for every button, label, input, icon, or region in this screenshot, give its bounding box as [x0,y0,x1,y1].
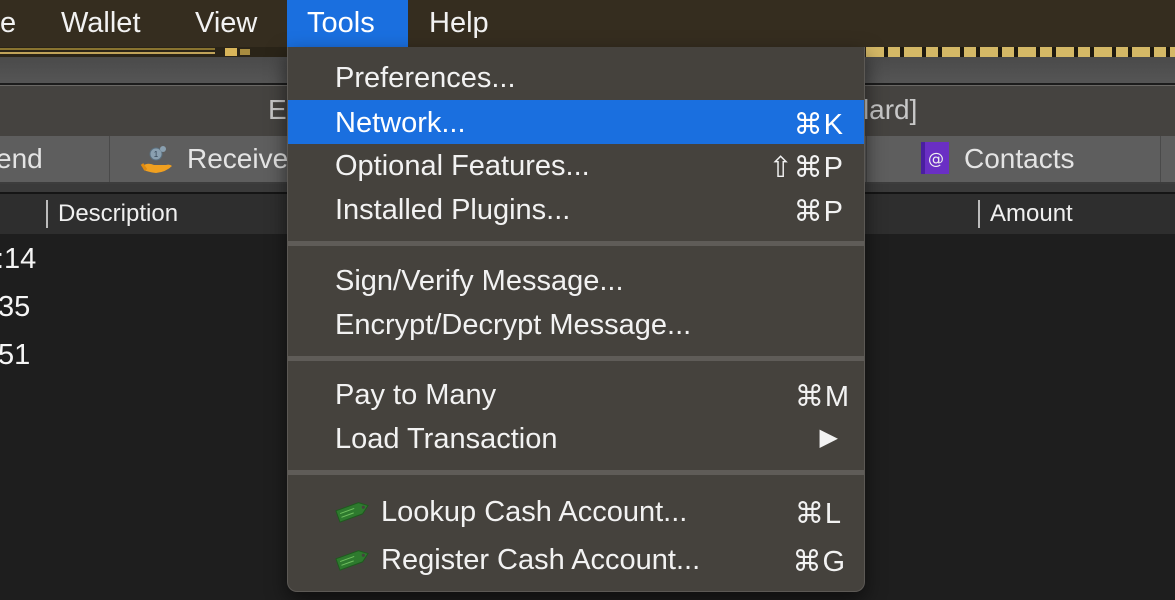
table-row[interactable]: 51 [0,332,30,378]
shortcut-label: ⌘P [793,196,844,228]
shortcut-label: ⇧⌘P [768,152,844,184]
menu-view[interactable]: View [175,0,277,47]
menu-item-label: Pay to Many [335,379,497,411]
menu-item-label: Register Cash Account... [381,544,701,576]
tab-label: end [0,143,43,174]
tools-menu: Preferences... Network... ⌘K Optional Fe… [287,47,865,592]
shortcut-label: ⌘M [794,381,850,413]
menu-separator [288,356,864,361]
tab-receive[interactable]: 1 Receive [110,136,290,182]
menu-item-label: Sign/Verify Message... [335,265,624,297]
column-header-description[interactable]: Description [46,200,178,228]
tab-label: Receive [187,143,289,174]
row-time: 51 [0,339,31,371]
menu-item-optional-features[interactable]: Optional Features... ⇧⌘P [288,143,864,187]
shortcut-label: ⌘G [792,546,846,578]
status-text-left: E [268,94,287,125]
border-ornament [225,48,237,56]
menu-item-lookup-cash-account[interactable]: Lookup Cash Account... ⌘L [288,489,864,533]
menu-item-label: Encrypt/Decrypt Message... [335,309,692,341]
menu-item-pay-to-many[interactable]: Pay to Many ⌘M [288,372,864,416]
menu-item-label: Optional Features... [335,150,590,182]
menu-help[interactable]: Help [409,0,509,47]
border-ornament [240,49,250,55]
tab-send[interactable]: end [0,136,110,182]
menu-bar: e Wallet View Tools Help [0,0,1175,47]
cash-account-tag-icon [335,546,371,580]
border-pattern [866,47,1175,57]
menu-item-label: Network... [335,107,466,139]
menu-item-label: Load Transaction [335,423,558,455]
menu-wallet[interactable]: Wallet [41,0,161,47]
menu-item-label: Installed Plugins... [335,194,571,226]
svg-text:@: @ [928,149,944,168]
menu-item-register-cash-account[interactable]: Register Cash Account... ⌘G [288,537,864,581]
table-row[interactable]: 35 [0,284,30,330]
menu-item-encrypt-decrypt[interactable]: Encrypt/Decrypt Message... [288,302,864,346]
menu-item-label: Lookup Cash Account... [381,496,688,528]
border-line [0,48,215,50]
menu-file[interactable]: e [0,0,36,47]
row-time: 35 [0,291,31,323]
contacts-at-icon: @ [921,142,949,188]
border-line [0,52,215,54]
svg-text:1: 1 [154,150,159,159]
submenu-arrow-icon: ▶ [819,424,838,451]
row-time: :14 [0,243,37,275]
menu-item-sign-verify[interactable]: Sign/Verify Message... [288,258,864,302]
shortcut-label: ⌘L [794,498,842,530]
menu-tools[interactable]: Tools [287,0,408,47]
menu-separator [288,241,864,246]
table-row[interactable]: :14 [0,236,36,282]
menu-item-network[interactable]: Network... ⌘K [288,100,864,144]
menu-item-preferences[interactable]: Preferences... [288,55,864,99]
menu-item-installed-plugins[interactable]: Installed Plugins... ⌘P [288,187,864,231]
menu-item-load-transaction[interactable]: Load Transaction ▶ [288,416,864,460]
tab-contacts[interactable]: @ Contacts [866,136,1161,182]
column-header-amount[interactable]: Amount [978,200,1073,228]
cash-account-tag-icon [335,498,371,532]
tab-label: Contacts [964,143,1075,174]
menu-separator [288,470,864,475]
shortcut-label: ⌘K [793,109,844,141]
menu-item-label: Preferences... [335,62,516,94]
